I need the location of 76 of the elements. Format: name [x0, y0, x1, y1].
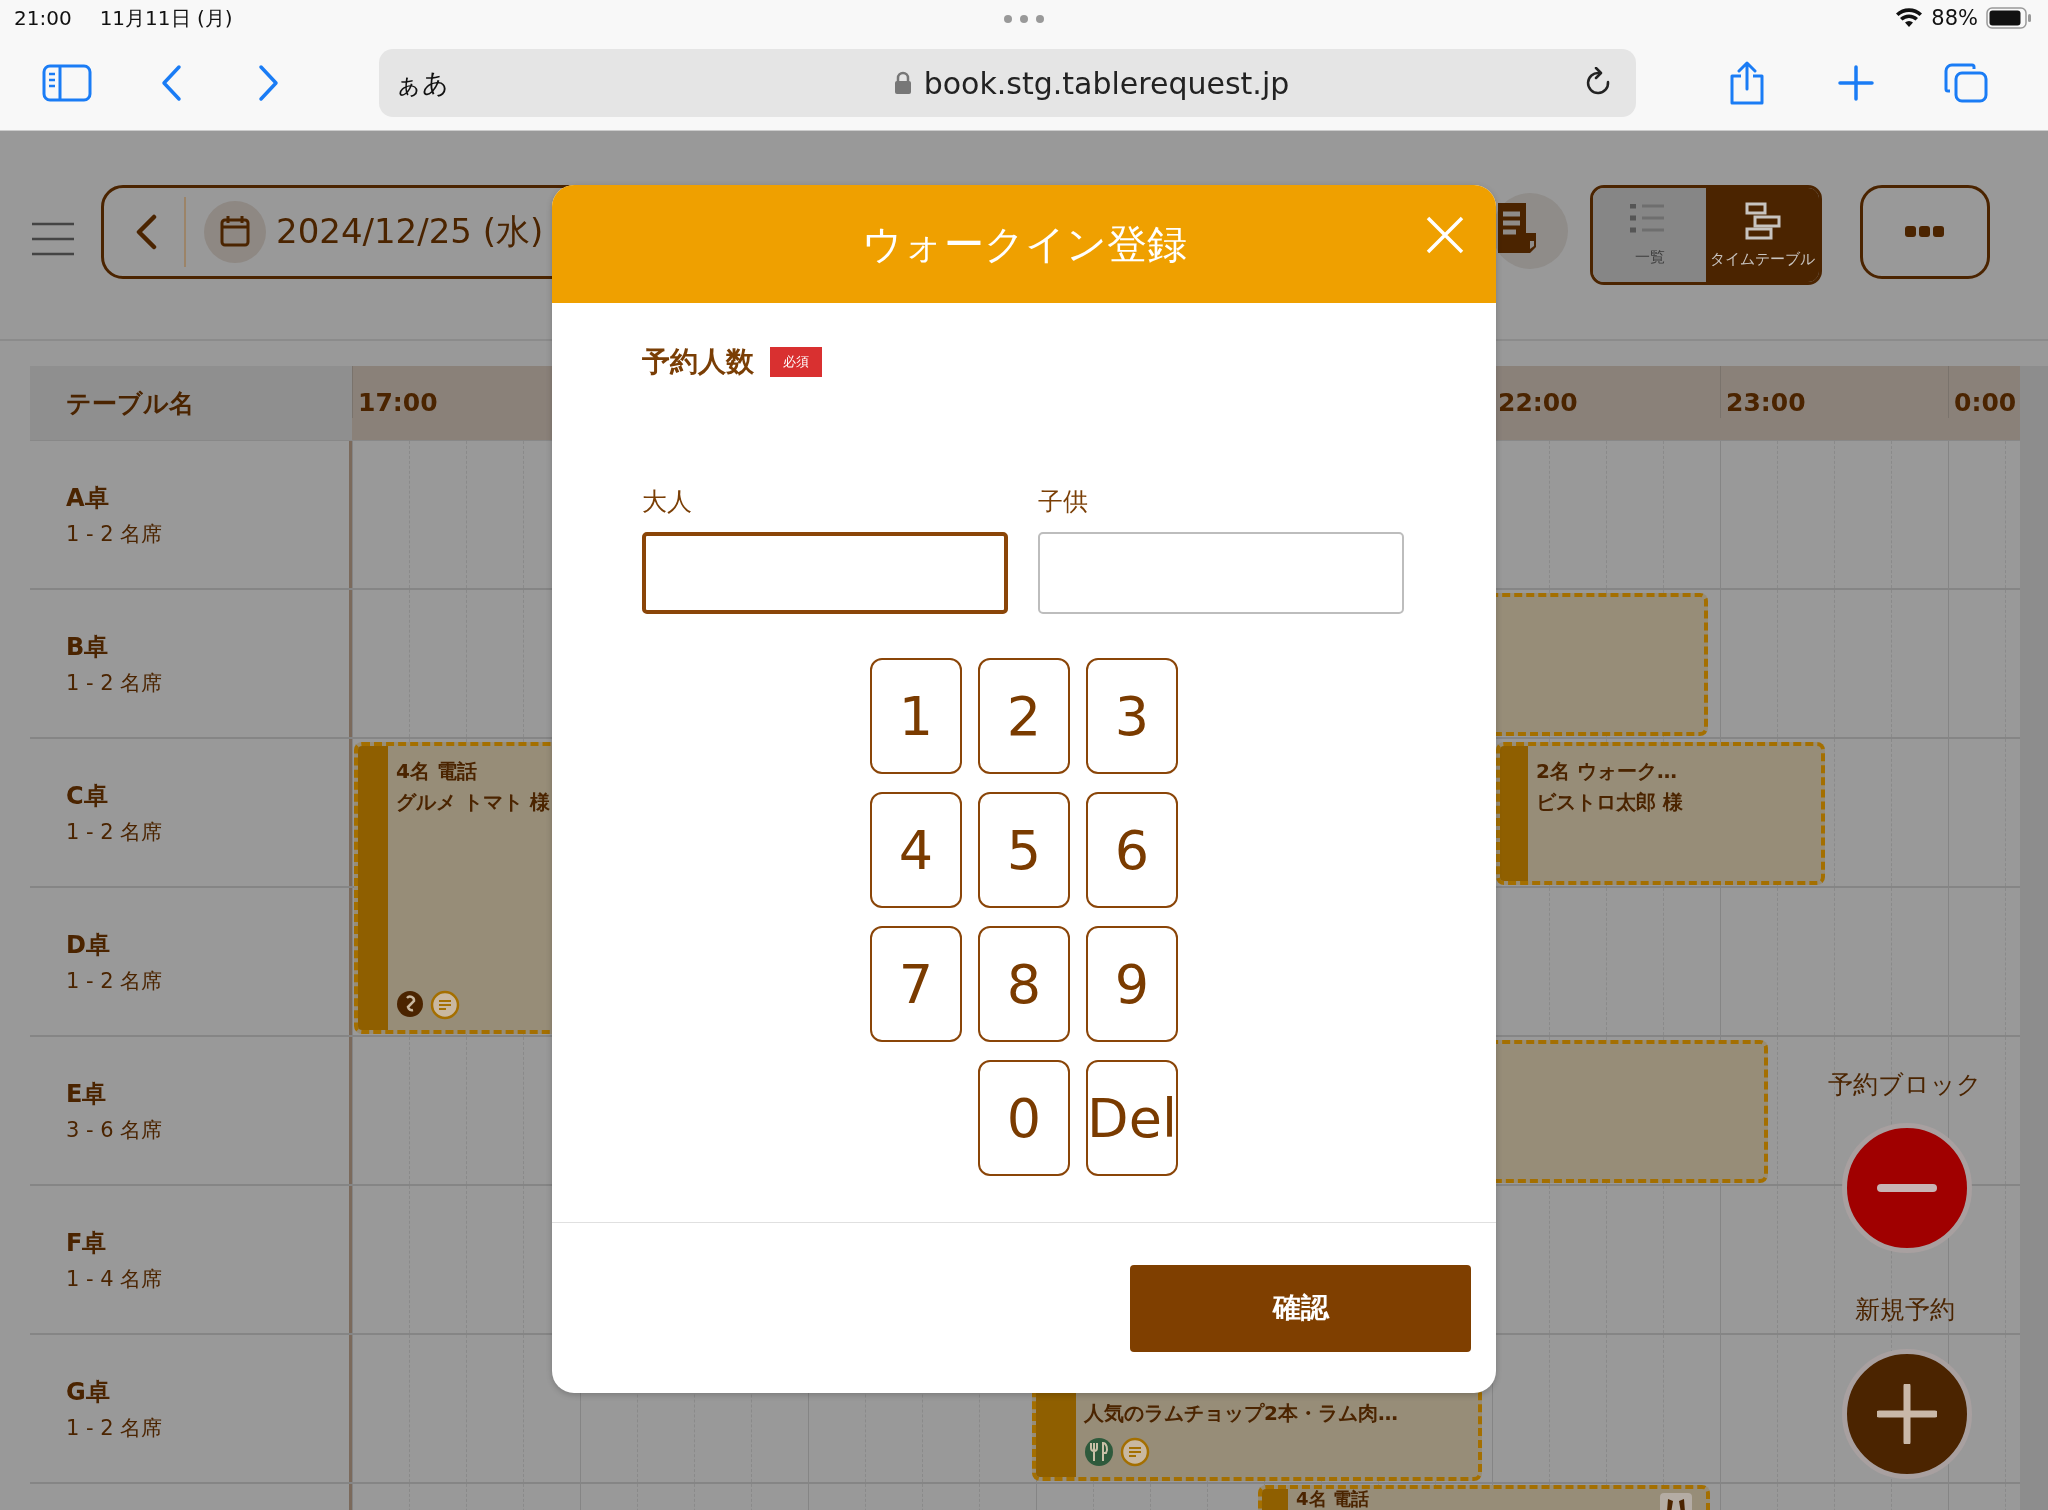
- toast-glasses-icon: [1660, 1493, 1692, 1510]
- keypad-key[interactable]: 8: [978, 926, 1070, 1042]
- hour-label: 0:00: [1948, 366, 2017, 418]
- plus-icon: [1877, 1384, 1937, 1444]
- previous-day-icon[interactable]: [134, 214, 158, 250]
- url-text: book.stg.tablerequest.jp: [923, 65, 1290, 101]
- count-input-field[interactable]: [642, 532, 1008, 614]
- lock-icon: [893, 71, 912, 95]
- status-time: 21:00: [14, 6, 72, 30]
- section-title: 予約人数: [642, 344, 754, 380]
- required-tag: 必須: [770, 347, 822, 377]
- forward-icon[interactable]: [258, 64, 280, 102]
- battery-level: 88%: [1931, 6, 1978, 30]
- keypad-key[interactable]: 0: [978, 1060, 1070, 1176]
- reservation-block[interactable]: 2名 ウォーク… ビストロ太郎 様: [1496, 742, 1825, 885]
- keypad-key[interactable]: 2: [978, 658, 1070, 774]
- reservation-block[interactable]: 4名 電話: [1258, 1485, 1710, 1510]
- table-name: G卓: [66, 1376, 111, 1408]
- confirm-button[interactable]: 確認: [1130, 1264, 1471, 1352]
- back-icon[interactable]: [160, 64, 182, 102]
- date-text: 2024/12/25 (水): [276, 210, 544, 253]
- hour-label: 23:00: [1720, 366, 1806, 418]
- keypad-key[interactable]: 5: [978, 792, 1070, 908]
- keypad-key[interactable]: 1: [870, 658, 962, 774]
- field-label: 子供: [1038, 486, 1089, 518]
- column-header: テーブル名: [30, 366, 352, 440]
- more-dots-icon[interactable]: [1003, 14, 1045, 24]
- share-icon[interactable]: [1728, 61, 1766, 105]
- action-label: 新規予約: [1855, 1294, 1955, 1326]
- minus-icon: [1877, 1184, 1937, 1192]
- reservation-text: 4名 電話: [1296, 1489, 1369, 1509]
- reservation-text: グルメ トマト 様: [396, 789, 550, 816]
- seat-range: 1 - 2 名席: [66, 967, 164, 995]
- field-label: 大人: [642, 486, 693, 518]
- more-icon: [1905, 226, 1945, 238]
- calendar-icon[interactable]: [204, 201, 266, 263]
- menu-icon[interactable]: [32, 222, 74, 256]
- tabs-icon[interactable]: [1944, 63, 1988, 103]
- seat-range: 1 - 2 名席: [66, 818, 164, 846]
- table-name: D卓: [66, 929, 111, 961]
- address-bar[interactable]: ぁあ book.stg.tablerequest.jp: [379, 49, 1636, 117]
- table-name: B卓: [66, 631, 110, 663]
- reservation-text: ビストロ太郎 様: [1536, 789, 1683, 816]
- reservation-text: 人気のラムチョップ2本・ラム肉…: [1084, 1400, 1398, 1427]
- seat-range: 1 - 2 名席: [66, 1414, 164, 1442]
- count-input-field[interactable]: [1038, 532, 1404, 614]
- seat-range: 1 - 4 名席: [66, 1265, 164, 1293]
- battery-icon: [1986, 7, 2032, 29]
- keypad-key[interactable]: 7: [870, 926, 962, 1042]
- seat-range: 3 - 6 名席: [66, 1116, 164, 1144]
- table-name: C卓: [66, 780, 109, 812]
- timetable-view-tab[interactable]: タイムテーブル: [1706, 188, 1819, 282]
- keypad-key[interactable]: 9: [1086, 926, 1178, 1042]
- dialog-title: ウォークイン登録: [861, 219, 1187, 269]
- memo-icon: [430, 990, 460, 1020]
- seat-range: 1 - 2 名席: [66, 520, 164, 548]
- keypad-key[interactable]: 4: [870, 792, 962, 908]
- status-date: 11月11日 (月): [99, 4, 233, 32]
- memo-icon: [1120, 1437, 1150, 1467]
- reservation-text: 4名 電話: [396, 758, 477, 785]
- keypad-key[interactable]: Del: [1086, 1060, 1178, 1176]
- table-name: A卓: [66, 482, 110, 514]
- text-size-button[interactable]: ぁあ: [395, 65, 449, 101]
- keypad-key[interactable]: 6: [1086, 792, 1178, 908]
- hour-label: 17:00: [352, 366, 438, 418]
- wifi-icon: [1895, 7, 1924, 29]
- table-name: F卓: [66, 1227, 108, 1259]
- reservation-text: 2名 ウォーク…: [1536, 758, 1677, 785]
- action-label: 予約ブロック: [1828, 1069, 1982, 1101]
- keypad-key[interactable]: 3: [1086, 658, 1178, 774]
- new-tab-icon[interactable]: [1838, 65, 1874, 101]
- more-button[interactable]: [1860, 185, 1990, 279]
- seat-range: 1 - 2 名席: [66, 669, 164, 697]
- table-name: E卓: [66, 1078, 108, 1110]
- sidebar-icon[interactable]: [42, 64, 92, 102]
- fork-knife-icon: [1084, 1437, 1114, 1467]
